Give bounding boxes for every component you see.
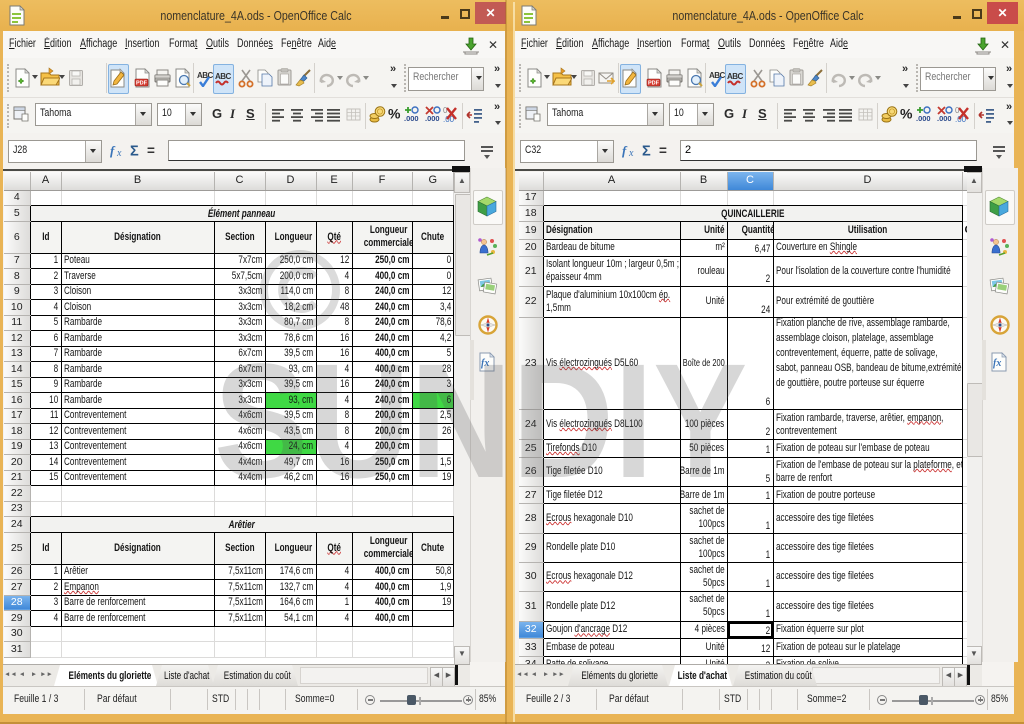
svg-text:x: x — [628, 148, 634, 159]
svg-text:ABC: ABC — [709, 71, 726, 80]
svg-text:fx: fx — [481, 358, 489, 369]
svg-text:f: f — [622, 143, 628, 158]
svg-text:x: x — [116, 148, 122, 159]
svg-text:0: 0 — [443, 106, 448, 115]
svg-text:.000: .000 — [404, 114, 419, 123]
svg-text:ABC: ABC — [215, 72, 232, 81]
svg-text:PDF: PDF — [136, 81, 148, 87]
svg-text:ABC: ABC — [197, 71, 214, 80]
svg-text:0: 0 — [955, 106, 960, 115]
svg-text:ABC: ABC — [727, 72, 744, 81]
svg-text:fx: fx — [993, 358, 1001, 369]
svg-text:PDF: PDF — [648, 81, 660, 87]
svg-text:f: f — [110, 143, 116, 158]
svg-text:.000: .000 — [937, 114, 952, 123]
svg-text:.000: .000 — [425, 114, 440, 123]
svg-text:%: % — [900, 106, 913, 122]
svg-text:Σ: Σ — [642, 144, 651, 160]
svg-text:=: = — [147, 143, 155, 158]
svg-text:=: = — [659, 143, 667, 158]
svg-text:Σ: Σ — [130, 144, 139, 160]
svg-text:.000: .000 — [916, 114, 931, 123]
svg-text:%: % — [388, 106, 401, 122]
